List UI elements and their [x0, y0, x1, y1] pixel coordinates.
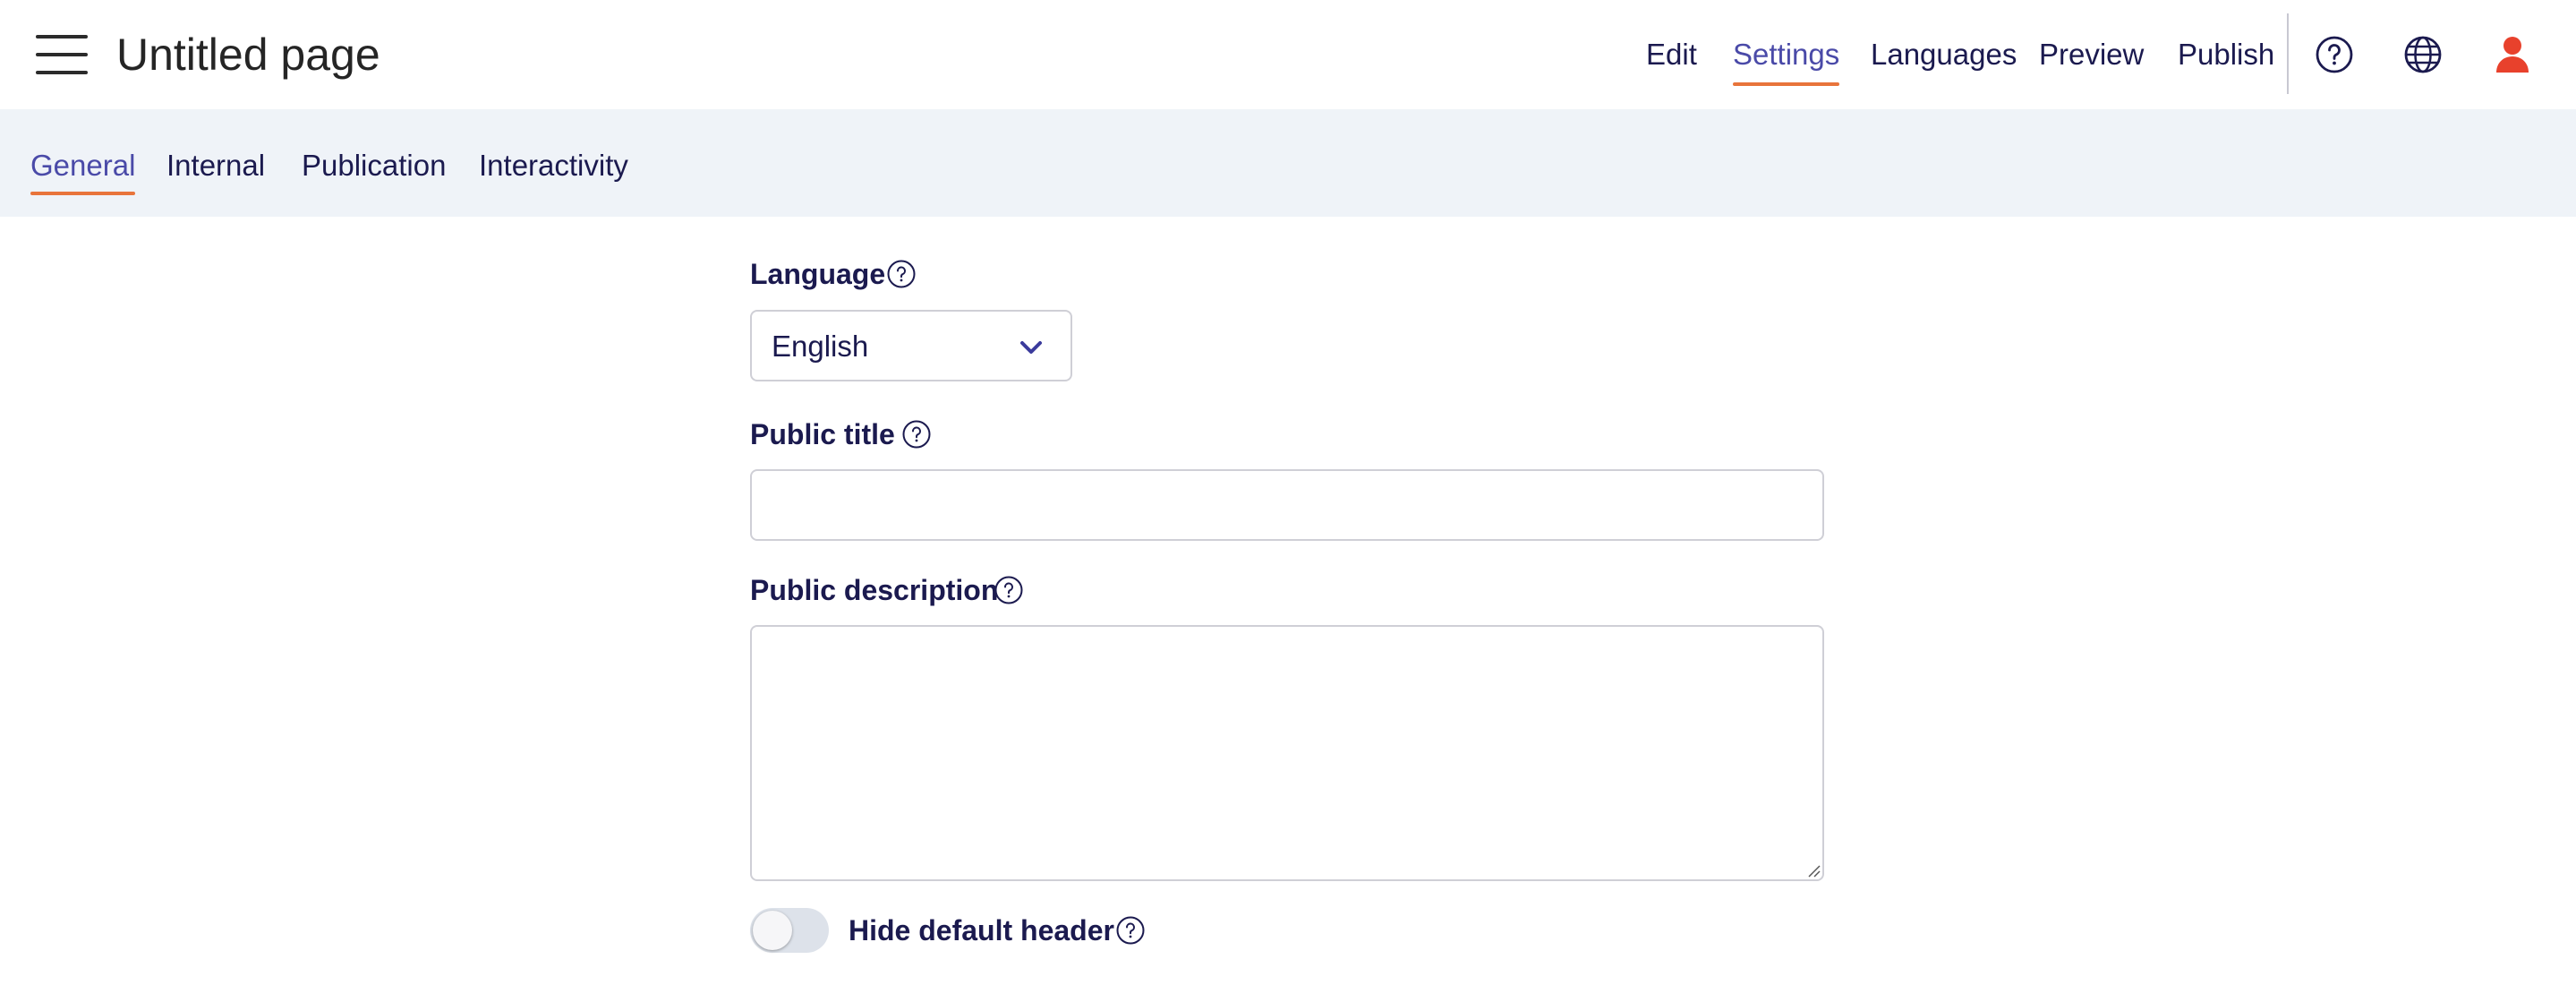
tab-publication[interactable]: Publication — [302, 143, 446, 188]
nav-settings[interactable]: Settings — [1733, 32, 1840, 86]
tab-internal[interactable]: Internal — [166, 143, 265, 188]
tab-general[interactable]: General — [30, 143, 136, 195]
public-title-input[interactable] — [750, 469, 1824, 541]
settings-subtabs: General Internal Publication Interactivi… — [0, 109, 2576, 217]
top-header: Untitled page Edit Settings Languages Pr… — [0, 0, 2576, 109]
globe-icon[interactable] — [2401, 33, 2444, 76]
language-select[interactable]: English — [750, 310, 1072, 381]
page-title: Untitled page — [116, 30, 380, 80]
public-title-label: Public title — [750, 418, 895, 450]
language-label: Language — [750, 258, 886, 290]
header-divider — [2287, 13, 2289, 94]
public-description-textarea[interactable] — [750, 625, 1824, 881]
public-title-help-icon[interactable] — [901, 419, 932, 450]
public-description-label: Public description — [750, 574, 999, 606]
hide-header-help-icon[interactable] — [1115, 915, 1146, 946]
help-icon[interactable] — [2313, 33, 2356, 76]
tab-interactivity[interactable]: Interactivity — [479, 143, 628, 188]
toggle-knob — [753, 911, 792, 950]
nav-publish[interactable]: Publish — [2178, 32, 2274, 77]
nav-preview[interactable]: Preview — [2039, 32, 2144, 77]
resize-handle-icon[interactable] — [1806, 863, 1821, 878]
nav-edit[interactable]: Edit — [1646, 32, 1697, 77]
menu-icon[interactable] — [36, 33, 88, 76]
public-description-help-icon[interactable] — [994, 575, 1024, 605]
language-select-value: English — [772, 330, 869, 363]
language-help-icon[interactable] — [886, 259, 917, 289]
chevron-down-icon — [1017, 333, 1045, 362]
nav-languages[interactable]: Languages — [1871, 32, 2017, 77]
hide-header-label: Hide default header — [849, 914, 1114, 946]
hide-header-toggle[interactable] — [750, 908, 829, 953]
user-icon[interactable] — [2491, 33, 2534, 76]
